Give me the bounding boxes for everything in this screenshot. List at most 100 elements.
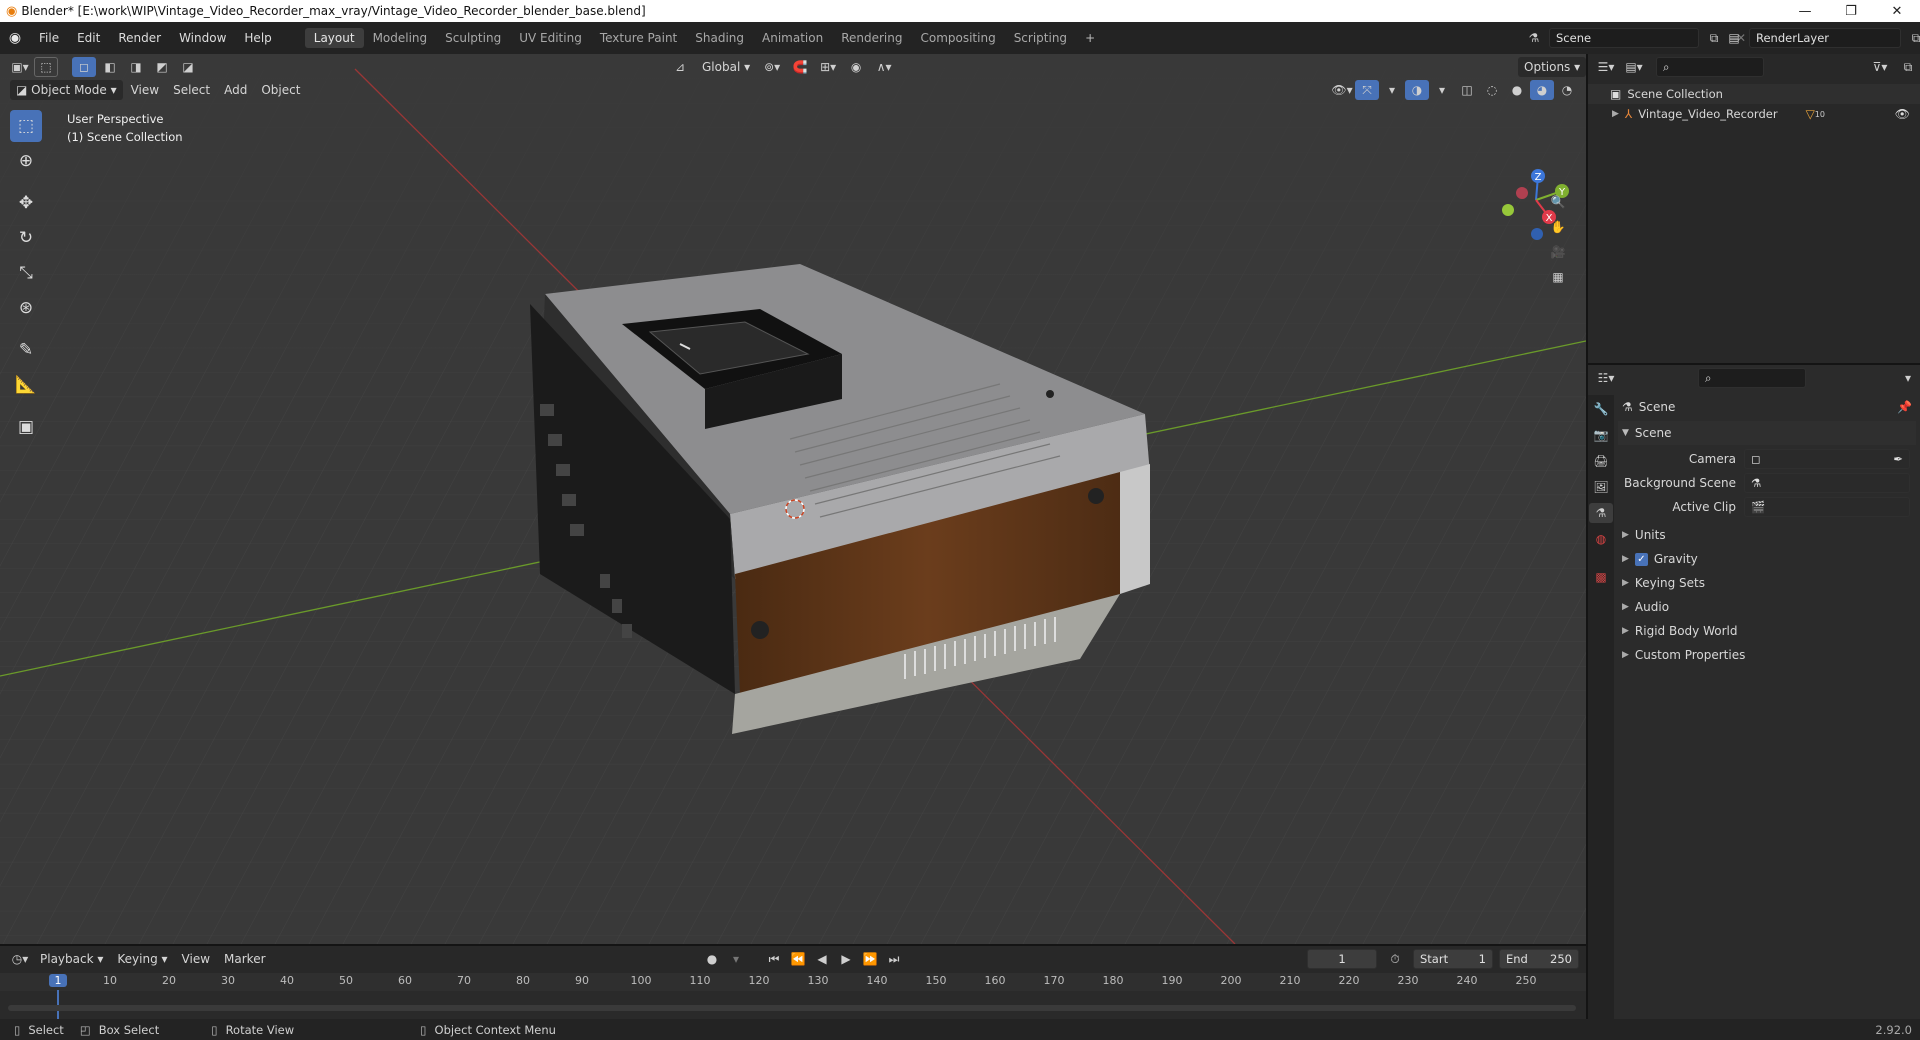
outliner-display-mode-icon[interactable]: ▤▾ [1622,57,1646,77]
start-frame-field[interactable]: Start 1 [1413,949,1493,969]
menu-file[interactable]: File [30,31,68,45]
timeline-menu-marker[interactable]: Marker [218,949,271,969]
tab-scripting[interactable]: Scripting [1005,28,1076,48]
camera-view-icon[interactable]: 🎥 [1546,242,1570,262]
transform-orientation-dropdown[interactable]: Global ▾ [696,57,756,77]
render-tab-icon[interactable]: 📷 [1589,425,1613,445]
gravity-panel[interactable]: ▶ ✓ Gravity [1618,547,1916,571]
menu-render[interactable]: Render [109,31,170,45]
texture-tab-icon[interactable]: ▩ [1589,567,1613,587]
timeline-menu-keying[interactable]: Keying ▾ [111,949,173,969]
outliner-row-object[interactable]: ▶ ⅄ Vintage_Video_Recorder ▽ 10 👁 [1588,104,1920,124]
eyedropper-icon[interactable]: ✒ [1893,452,1903,466]
gravity-checkbox[interactable]: ✓ [1634,552,1648,566]
keying-dropdown-icon[interactable]: ▾ [724,949,748,969]
end-frame-field[interactable]: End 250 [1499,949,1579,969]
rotate-tool-icon[interactable]: ↻ [10,222,42,254]
menu-window[interactable]: Window [170,31,235,45]
audio-panel[interactable]: ▶ Audio [1618,595,1916,619]
play-icon[interactable]: ▶ [834,949,858,969]
keying-sets-panel[interactable]: ▶ Keying Sets [1618,571,1916,595]
view-layer-tab-icon[interactable]: 🖼 [1589,477,1613,497]
active-clip-field[interactable]: 🎬 [1744,497,1910,517]
pan-hand-icon[interactable]: ✋ [1546,217,1570,237]
select-mode-new-icon[interactable]: ◻ [72,57,96,77]
outliner-new-collection-icon[interactable]: ⧉ [1896,57,1920,77]
properties-editor-type-icon[interactable]: ☷▾ [1594,368,1618,388]
viewport-menu-view[interactable]: View [125,80,165,100]
editor-type-icon[interactable]: ▣▾ [8,57,32,77]
snap-target-icon[interactable]: ⊞▾ [816,57,840,77]
options-dropdown[interactable]: Options ▾ [1518,57,1586,77]
jump-next-keyframe-icon[interactable]: ⏩ [858,949,882,969]
minimize-button[interactable]: — [1782,0,1828,22]
overlays-dropdown-icon[interactable]: ▾ [1430,80,1454,100]
background-scene-field[interactable]: ⚗ [1744,473,1910,493]
playhead-frame-label[interactable]: 1 [49,974,67,987]
play-reverse-icon[interactable]: ◀ [810,949,834,969]
auto-keying-icon[interactable]: ● [700,949,724,969]
renderlayer-field[interactable]: RenderLayer [1749,28,1901,48]
add-cube-tool-icon[interactable]: ▣ [10,411,42,443]
gizmo-toggle-icon[interactable]: ⤧ [1355,80,1379,100]
outliner-editor-type-icon[interactable]: ☰▾ [1594,57,1618,77]
visibility-eye-icon[interactable]: 👁 [1895,107,1910,121]
world-tab-icon[interactable]: ◍ [1589,529,1613,549]
tab-compositing[interactable]: Compositing [911,28,1004,48]
proportional-edit-icon[interactable]: ◉ [844,57,868,77]
falloff-icon[interactable]: ∧▾ [872,57,896,77]
gizmo-dropdown-icon[interactable]: ▾ [1380,80,1404,100]
outliner-search-field[interactable]: ⌕ [1656,57,1764,77]
overlays-toggle-icon[interactable]: ◑ [1405,80,1429,100]
close-button[interactable]: ✕ [1874,0,1920,22]
tab-animation[interactable]: Animation [753,28,832,48]
jump-start-icon[interactable]: ⏮ [762,949,786,969]
tab-modeling[interactable]: Modeling [364,28,437,48]
tab-layout[interactable]: Layout [304,28,364,48]
viewport-menu-select[interactable]: Select [167,80,216,100]
rendered-shading-icon[interactable]: ◔ [1555,80,1579,100]
measure-tool-icon[interactable]: 📐 [10,369,42,401]
timeline-scrollbar[interactable] [8,1005,1576,1011]
timeline-menu-playback[interactable]: Playback ▾ [34,949,109,969]
scene-panel-header[interactable]: ▼ Scene [1618,421,1916,445]
outliner-filter-icon[interactable]: ⊽▾ [1868,57,1892,77]
pin-icon[interactable]: 📌 [1897,400,1912,414]
timeline-editor-type-icon[interactable]: ◷▾ [8,949,32,969]
pivot-point-icon[interactable]: ⊚▾ [760,57,784,77]
jump-prev-keyframe-icon[interactable]: ⏪ [786,949,810,969]
new-renderlayer-icon[interactable]: ⧉ [1904,28,1920,48]
menu-edit[interactable]: Edit [68,31,109,45]
expand-arrow-icon[interactable]: ▶ [1612,109,1619,119]
outliner-row-scene-collection[interactable]: ▣ Scene Collection [1588,84,1920,104]
renderlayer-icon[interactable]: ▤ [1722,28,1746,48]
add-workspace-button[interactable]: + [1076,28,1104,48]
transform-tool-icon[interactable]: ⊛ [10,292,42,324]
timeline-ruler-area[interactable]: 1 10 20 30 40 50 60 70 80 90 100 110 120 130 140 150 160… [0,973,1586,1019]
viewport-scene[interactable]: Z Y X [0,54,1586,944]
menu-help[interactable]: Help [235,31,280,45]
xray-icon[interactable]: ◫ [1455,80,1479,100]
scene-field[interactable]: Scene [1549,28,1699,48]
material-shading-icon[interactable]: ◕ [1530,80,1554,100]
output-tab-icon[interactable]: 🖨 [1589,451,1613,471]
wireframe-shading-icon[interactable]: ◌ [1480,80,1504,100]
tab-texture-paint[interactable]: Texture Paint [591,28,686,48]
scale-tool-icon[interactable]: ⤡ [10,257,42,289]
tab-sculpting[interactable]: Sculpting [436,28,510,48]
restore-button[interactable]: ❐ [1828,0,1874,22]
blender-menu-icon[interactable]: ◉ [0,30,30,46]
cursor-tool-icon[interactable]: ⊕ [10,145,42,177]
move-tool-icon[interactable]: ✥ [10,187,42,219]
select-mode-subtract-icon[interactable]: ◨ [124,57,148,77]
scene-icon[interactable]: ⚗ [1522,28,1546,48]
units-panel[interactable]: ▶ Units [1618,523,1916,547]
3d-viewport[interactable]: Z Y X ▣▾ ⬚ ◻ ◧ ◨ ◩ ◪ ⊿ Global ▾ ⊚▾ 🧲 ⊞▾ … [0,54,1586,944]
select-mode-extend-icon[interactable]: ◧ [98,57,122,77]
select-mode-intersect-icon[interactable]: ◪ [176,57,200,77]
rigid-body-world-panel[interactable]: ▶ Rigid Body World [1618,619,1916,643]
viewport-menu-add[interactable]: Add [218,80,253,100]
timeline-menu-view[interactable]: View [176,949,216,969]
select-tweak-icon[interactable]: ⬚ [34,57,58,77]
select-box-tool-icon[interactable]: ⬚ [10,110,42,142]
